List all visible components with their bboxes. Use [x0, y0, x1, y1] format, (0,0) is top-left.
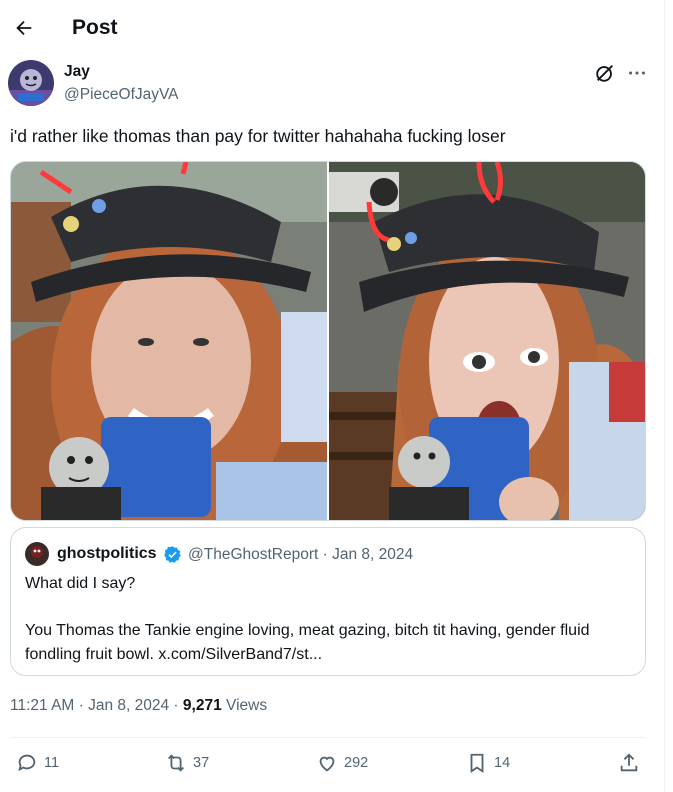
- photo-surprised[interactable]: [329, 162, 645, 520]
- back-button[interactable]: [8, 12, 40, 44]
- more-options-icon[interactable]: [626, 62, 648, 84]
- repost-icon: [168, 754, 184, 772]
- repost-button[interactable]: 37: [165, 752, 209, 774]
- quoted-post[interactable]: ghostpolitics @TheGhostReport · Jan 8, 2…: [10, 527, 646, 676]
- tweet-text: i'd rather like thomas than pay for twit…: [10, 126, 506, 146]
- action-bar: 11 37 292 14: [10, 752, 646, 778]
- reply-icon: [18, 754, 36, 772]
- media-grid: [10, 161, 646, 521]
- photo-smiling[interactable]: [11, 162, 327, 520]
- page-title: Post: [72, 16, 118, 39]
- like-button[interactable]: 292: [316, 752, 368, 774]
- reply-count: 11: [44, 755, 60, 771]
- avatar[interactable]: [8, 60, 54, 106]
- quote-text-body: You Thomas the Tankie engine loving, mea…: [25, 622, 590, 663]
- author-name[interactable]: Jay: [64, 63, 90, 81]
- bookmark-button[interactable]: 14: [466, 752, 510, 774]
- post-author: Jay @PieceOfJayVA: [8, 58, 652, 110]
- repost-count: 37: [193, 755, 210, 771]
- time-date: 11:21 AM · Jan 8, 2024 ·: [10, 697, 183, 714]
- reply-button[interactable]: 11: [16, 752, 59, 774]
- divider: [10, 737, 646, 738]
- bookmark-count: 14: [494, 755, 511, 771]
- quote-avatar[interactable]: [25, 542, 49, 566]
- views-count: 9,271: [182, 697, 222, 714]
- share-icon: [620, 753, 638, 772]
- page-header: Post: [0, 0, 660, 56]
- verified-badge-icon: [163, 545, 182, 564]
- views-label: Views: [221, 697, 268, 714]
- quote-author-name[interactable]: ghostpolitics: [57, 545, 157, 563]
- quote-text-line: What did I say?: [25, 575, 136, 592]
- quote-meta: @TheGhostReport · Jan 8, 2024: [188, 546, 414, 563]
- bookmark-icon: [470, 753, 484, 773]
- column-border: [664, 0, 665, 792]
- grok-icon[interactable]: [594, 62, 616, 84]
- share-button[interactable]: [618, 752, 640, 774]
- author-handle[interactable]: @PieceOfJayVA: [64, 86, 179, 104]
- heart-icon: [319, 756, 335, 772]
- like-count: 292: [344, 755, 369, 771]
- arrow-left-icon: [16, 20, 32, 36]
- post-timestamp[interactable]: 11:21 AM · Jan 8, 2024 · 9,271 Views: [10, 697, 267, 715]
